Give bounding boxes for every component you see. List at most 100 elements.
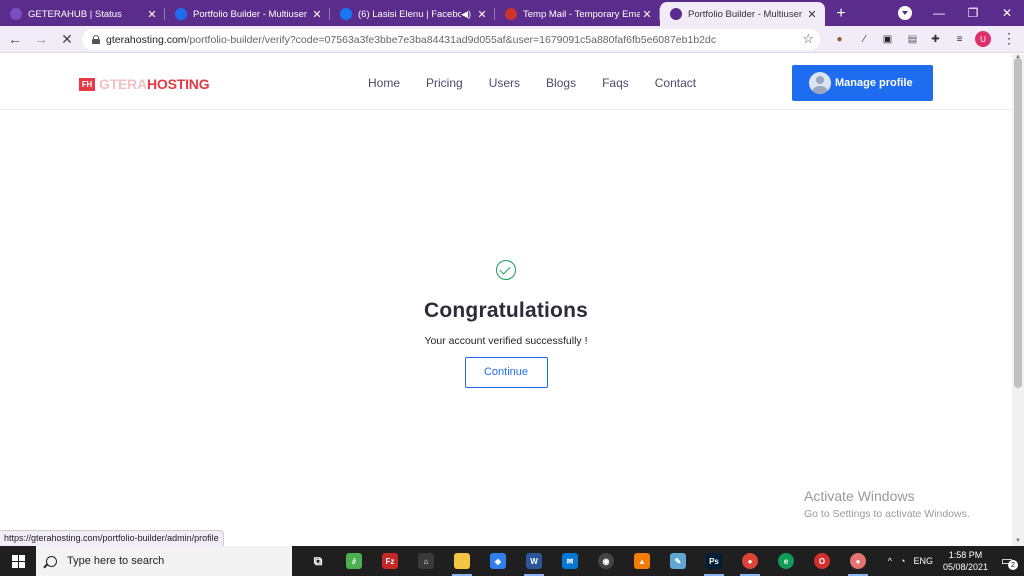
start-button[interactable]: [0, 546, 36, 576]
url-host: gterahosting.com: [106, 33, 187, 46]
tab-close-icon[interactable]: ✕: [640, 8, 654, 21]
restore-icon[interactable]: ❐: [956, 6, 990, 20]
stop-loading-icon[interactable]: ✕: [56, 28, 78, 50]
tab-title: GETERAHUB | Status: [28, 8, 122, 20]
cookie-extension-icon[interactable]: ●: [832, 32, 847, 47]
tab-favicon-icon: [175, 8, 187, 20]
page-scrollbar[interactable]: ▲ ▼: [1012, 54, 1024, 546]
screenshot-extension-icon[interactable]: ▤: [905, 32, 920, 47]
nav-pricing[interactable]: Pricing: [426, 76, 463, 90]
bookmark-star-icon[interactable]: ☆: [802, 31, 814, 47]
file-explorer-icon[interactable]: [444, 546, 480, 576]
web-page: FH GTERA HOSTING Home Pricing Users Blogs…: [0, 54, 1012, 546]
paint-icon[interactable]: ◆: [480, 546, 516, 576]
watermark-title: Activate Windows: [804, 488, 915, 504]
success-message: Your account verified successfully !: [424, 335, 588, 347]
extension-icon[interactable]: ⁄: [857, 32, 872, 47]
back-icon[interactable]: ←: [4, 28, 26, 50]
tab-close-icon[interactable]: ✕: [475, 8, 489, 21]
nav-faqs[interactable]: Faqs: [602, 76, 629, 90]
logo-text-hosting: HOSTING: [147, 76, 210, 92]
chrome-icon[interactable]: ●: [732, 546, 768, 576]
tab-title: Portfolio Builder - Multiuser r: [688, 8, 805, 20]
tab-favicon-icon: [670, 8, 682, 20]
network-icon[interactable]: ◔: [900, 556, 905, 566]
green-app-icon[interactable]: ∂: [336, 546, 372, 576]
windows-taskbar: Type here to search ⧉ ∂ Fz ⌂ ◆ W ✉ ◉ ▲ ✎ Ps ● e O ● ^ …: [0, 546, 1024, 576]
site-header: FH GTERA HOSTING Home Pricing Users Blogs…: [0, 54, 1012, 110]
verification-success: Congratulations Your account verified su…: [0, 260, 1012, 388]
photoshop-icon[interactable]: Ps: [696, 546, 732, 576]
logo-mark-icon: FH: [79, 77, 95, 91]
user-avatar-icon: [809, 72, 831, 94]
browser-tab-strip: GETERAHUB | Status ✕ Portfolio Builder - M…: [0, 0, 1024, 26]
search-placeholder: Type here to search: [67, 555, 165, 567]
tab-close-icon[interactable]: ✕: [145, 8, 159, 21]
tab-title: (6) Lasisi Elenu | Faceboo: [358, 8, 462, 20]
tab-favicon-icon: [505, 8, 517, 20]
puzzle-extensions-icon[interactable]: ✚: [928, 32, 943, 47]
mask-extension-icon[interactable]: ▣: [880, 32, 895, 47]
manage-profile-button[interactable]: Manage profile: [792, 65, 933, 101]
browser-tab[interactable]: Temp Mail - Temporary Email ✕: [495, 2, 660, 26]
clock-date: 05/08/2021: [942, 562, 988, 572]
activate-windows-watermark: Activate Windows Go to Settings to activ…: [804, 488, 970, 520]
lock-icon[interactable]: [92, 35, 100, 44]
windows-logo-icon: [11, 554, 25, 568]
browser-menu-icon[interactable]: ⋮: [1002, 30, 1016, 47]
word-icon[interactable]: W: [516, 546, 552, 576]
tab-favicon-icon: [340, 8, 352, 20]
tab-close-icon[interactable]: ✕: [310, 8, 324, 21]
nav-blogs[interactable]: Blogs: [546, 76, 576, 90]
notification-count: 2: [1008, 560, 1018, 570]
mail-icon[interactable]: ✉: [552, 546, 588, 576]
language-indicator[interactable]: ENG: [913, 556, 933, 566]
edge-icon[interactable]: e: [768, 546, 804, 576]
opera-icon[interactable]: O: [804, 546, 840, 576]
logo-text-gtera: GTERA: [99, 76, 148, 92]
browser-tab[interactable]: Portfolio Builder - Multiuser r ✕: [660, 2, 825, 26]
address-bar[interactable]: gterahosting.com/portfolio-builder/verif…: [82, 29, 820, 50]
new-tab-button[interactable]: +: [829, 2, 853, 26]
tab-search-icon[interactable]: [898, 6, 912, 20]
notepad-icon[interactable]: ✎: [660, 546, 696, 576]
scroll-down-icon[interactable]: ▼: [1015, 538, 1021, 544]
system-tray: ^ ◔ ENG 1:58 PM 05/08/2021 ▭ 2: [888, 546, 1024, 576]
taskbar-search[interactable]: Type here to search: [36, 546, 292, 576]
site-logo[interactable]: FH GTERA HOSTING: [79, 76, 210, 92]
notifications-icon[interactable]: ▭ 2: [996, 552, 1018, 570]
nav-users[interactable]: Users: [489, 76, 520, 90]
show-hidden-icons[interactable]: ^: [888, 556, 892, 566]
watermark-subtitle: Go to Settings to activate Windows.: [804, 508, 970, 520]
task-view-icon[interactable]: ⧉: [300, 546, 336, 576]
media-icon[interactable]: ◉: [588, 546, 624, 576]
filezilla-icon[interactable]: Fz: [372, 546, 408, 576]
window-controls: — ❐ ✕: [922, 0, 1024, 26]
main-nav: Home Pricing Users Blogs Faqs Contact: [368, 76, 696, 90]
close-window-icon[interactable]: ✕: [990, 6, 1024, 20]
check-circle-icon: [496, 260, 516, 280]
reading-list-icon[interactable]: ≡: [952, 32, 967, 47]
scrollbar-thumb[interactable]: [1014, 58, 1022, 388]
clock-time: 1:58 PM: [948, 550, 983, 560]
minimize-icon[interactable]: —: [922, 6, 956, 20]
browser-tab[interactable]: Portfolio Builder - Multiuser r ✕: [165, 2, 330, 26]
chrome-profile-icon[interactable]: ●: [840, 546, 876, 576]
tab-audio-icon[interactable]: ◀): [461, 9, 471, 20]
nav-home[interactable]: Home: [368, 76, 400, 90]
continue-button[interactable]: Continue: [464, 357, 548, 388]
nav-contact[interactable]: Contact: [655, 76, 696, 90]
search-icon: [46, 555, 57, 567]
link-status-bubble: https://gterahosting.com/portfolio-build…: [0, 530, 224, 546]
browser-tab[interactable]: GETERAHUB | Status ✕: [0, 2, 165, 26]
url-path: /portfolio-builder/verify?code=07563a3fe…: [186, 33, 717, 46]
clock[interactable]: 1:58 PM 05/08/2021: [943, 549, 988, 573]
profile-avatar[interactable]: U: [975, 31, 991, 47]
tab-close-icon[interactable]: ✕: [805, 8, 819, 21]
store-icon[interactable]: ⌂: [408, 546, 444, 576]
tab-favicon-icon: [10, 8, 22, 20]
pinned-apps: ⧉ ∂ Fz ⌂ ◆ W ✉ ◉ ▲ ✎ Ps ● e O ●: [300, 546, 876, 576]
browser-tab[interactable]: (6) Lasisi Elenu | Faceboo ◀) ✕: [330, 2, 495, 26]
vlc-icon[interactable]: ▲: [624, 546, 660, 576]
forward-icon[interactable]: →: [30, 28, 52, 50]
